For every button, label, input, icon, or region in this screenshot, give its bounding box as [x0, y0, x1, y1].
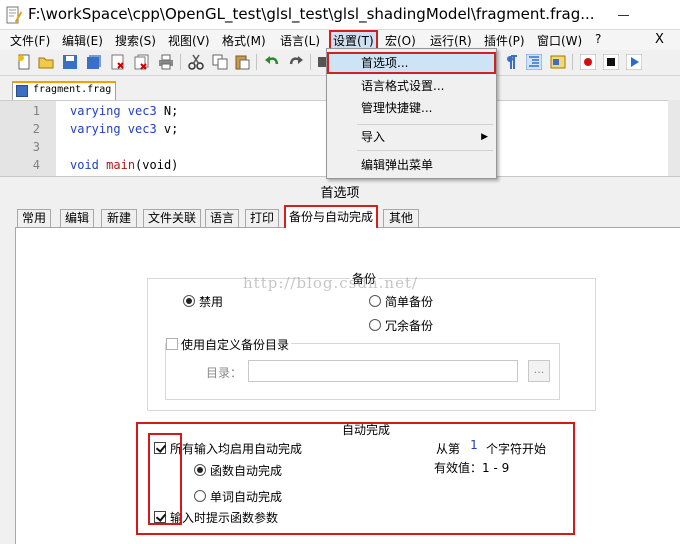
backup-groupbox: 备份 禁用 简单备份 冗余备份 使用自定义备份目录 目录： ... [147, 270, 596, 411]
line-number: 3 [32, 140, 40, 154]
line-number: 4 [32, 158, 40, 172]
close-all-icon[interactable] [134, 54, 150, 70]
backup-dir-input[interactable] [248, 360, 518, 382]
print-icon[interactable] [158, 54, 174, 70]
menu-view[interactable]: 视图(V) [168, 32, 210, 49]
menu-item-shortcut-mapper[interactable]: 管理快捷键... [327, 97, 496, 119]
close-document-button[interactable]: X [655, 32, 664, 47]
window-title: F:\workSpace\cpp\OpenGL_test\glsl_test\g… [28, 5, 595, 23]
code-text: (void) [135, 158, 179, 172]
backup-none-label: 禁用 [199, 295, 224, 309]
document-tab[interactable]: fragment.frag [12, 81, 116, 100]
title-bar: F:\workSpace\cpp\OpenGL_test\glsl_test\g… [0, 0, 680, 30]
dir-label: 目录： [206, 366, 243, 380]
save-all-icon[interactable] [86, 54, 102, 70]
redo-icon[interactable] [288, 54, 304, 70]
menu-help[interactable]: ? [595, 32, 601, 46]
cut-icon[interactable] [188, 54, 204, 70]
menu-window[interactable]: 窗口(W) [537, 32, 582, 49]
play-macro-icon[interactable] [626, 54, 642, 70]
settings-menu-dropdown: 首选项... 语言格式设置... 管理快捷键... 导入 ▶ 编辑弹出菜单 [326, 48, 497, 179]
code-text: v; [156, 122, 179, 136]
custom-dir-label: 使用自定义备份目录 [179, 336, 292, 353]
backup-simple-label: 简单备份 [385, 295, 434, 309]
open-file-icon[interactable] [38, 54, 54, 70]
dialog-title: 首选项 [320, 186, 360, 201]
menu-macro[interactable]: 宏(O) [385, 32, 416, 49]
menu-item-preferences[interactable]: 首选项... [327, 52, 496, 74]
submenu-arrow-icon: ▶ [481, 132, 488, 142]
menu-item-style-configurator[interactable]: 语言格式设置... [327, 75, 496, 97]
menu-file[interactable]: 文件(F) [10, 32, 50, 49]
browse-dir-button[interactable]: ... [528, 360, 550, 382]
menu-item-import[interactable]: 导入 ▶ [327, 126, 496, 148]
code-keyword: varying vec3 [70, 122, 157, 136]
menu-search[interactable]: 搜索(S) [115, 32, 156, 49]
code-function-name: main [106, 158, 136, 172]
tab-language[interactable]: 语言 [205, 209, 239, 227]
menu-language[interactable]: 语言(L) [280, 32, 320, 49]
record-macro-icon[interactable] [580, 54, 596, 70]
tab-editing[interactable]: 编辑 [60, 209, 94, 227]
indent-guide-icon[interactable] [526, 54, 542, 70]
menu-edit[interactable]: 编辑(E) [62, 32, 103, 49]
code-keyword: void [70, 158, 99, 172]
code-keyword: varying vec3 [70, 104, 157, 118]
menu-run[interactable]: 运行(R) [430, 32, 472, 49]
editor-vertical-scrollbar[interactable] [668, 100, 680, 176]
menu-plugins[interactable]: 插件(P) [484, 32, 525, 49]
menu-item-edit-popup-menu[interactable]: 编辑弹出菜单 [327, 154, 496, 176]
paste-icon[interactable] [234, 54, 250, 70]
custom-dir-checkbox[interactable] [166, 338, 178, 350]
tab-new-document[interactable]: 新建 [101, 209, 137, 227]
copy-icon[interactable] [212, 54, 228, 70]
code-text: N; [156, 104, 179, 118]
tab-misc[interactable]: 其他 [383, 209, 419, 227]
show-all-characters-icon[interactable] [504, 54, 520, 70]
tab-file-association[interactable]: 文件关联 [143, 209, 201, 227]
autocomplete-highlight-box [136, 422, 575, 535]
tab-backup-autocompletion[interactable]: 备份与自动完成 [284, 205, 378, 228]
document-map-icon[interactable] [550, 54, 566, 70]
line-number: 1 [32, 104, 40, 118]
notepad-plus-plus-icon [6, 6, 22, 24]
backup-verbose-radio[interactable] [369, 319, 381, 331]
watermark: http://blog.csdn.net/ [243, 274, 419, 292]
save-icon[interactable] [62, 54, 78, 70]
tab-print[interactable]: 打印 [245, 209, 279, 227]
backup-none-radio[interactable] [183, 295, 195, 307]
saved-file-icon [16, 85, 28, 97]
tab-general[interactable]: 常用 [17, 209, 51, 227]
backup-verbose-label: 冗余备份 [385, 319, 434, 333]
menu-bar: 文件(F) 编辑(E) 搜索(S) 视图(V) 格式(M) 语言(L) 设置(T… [0, 30, 680, 51]
custom-dir-groupbox: 使用自定义备份目录 目录： ... [165, 336, 560, 400]
stop-macro-icon[interactable] [603, 54, 619, 70]
document-tab-label: fragment.frag [33, 84, 112, 95]
close-file-icon[interactable] [110, 54, 126, 70]
menu-format[interactable]: 格式(M) [222, 32, 266, 49]
line-number: 2 [32, 122, 40, 136]
minimize-button[interactable] [614, 6, 634, 24]
new-file-icon[interactable] [16, 54, 32, 70]
undo-icon[interactable] [264, 54, 280, 70]
backup-simple-radio[interactable] [369, 295, 381, 307]
checkbox-highlight-box [148, 433, 182, 525]
